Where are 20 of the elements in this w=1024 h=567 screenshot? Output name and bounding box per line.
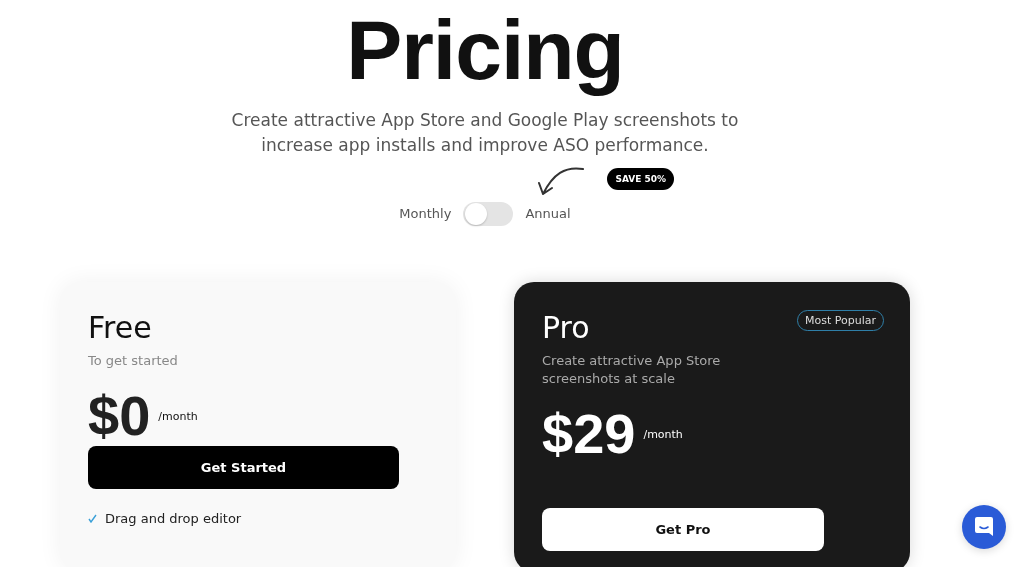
price-period: /month (158, 409, 198, 423)
price-period: /month (643, 427, 683, 441)
billing-label: Monthly (399, 205, 452, 224)
billing-switch[interactable] (463, 202, 514, 227)
page-subtitle: Create attractive App Store and Google Play screenshots to increase app installs and improve ASO performance. (230, 109, 740, 158)
billing-label: Annual (525, 206, 571, 222)
check-icon (88, 514, 97, 524)
plan-price: $0 (88, 386, 151, 447)
plan-button[interactable]: Get Pro (542, 508, 824, 552)
plan-name: Free (88, 310, 152, 347)
plan-name: Pro (542, 310, 590, 347)
chat-button[interactable] (962, 505, 1006, 549)
feature-text: Drag and drop editor (105, 511, 242, 527)
chat-icon (974, 516, 994, 538)
plan-description: To get started (88, 352, 179, 371)
plan-button[interactable]: Get Started (88, 446, 399, 490)
page-title: Pricing (346, 4, 624, 97)
plan-price: $29 (542, 404, 636, 465)
plan-description: Create attractive App Store screenshots at scale (542, 352, 722, 389)
discount-badge: SAVE 50% (607, 168, 675, 191)
